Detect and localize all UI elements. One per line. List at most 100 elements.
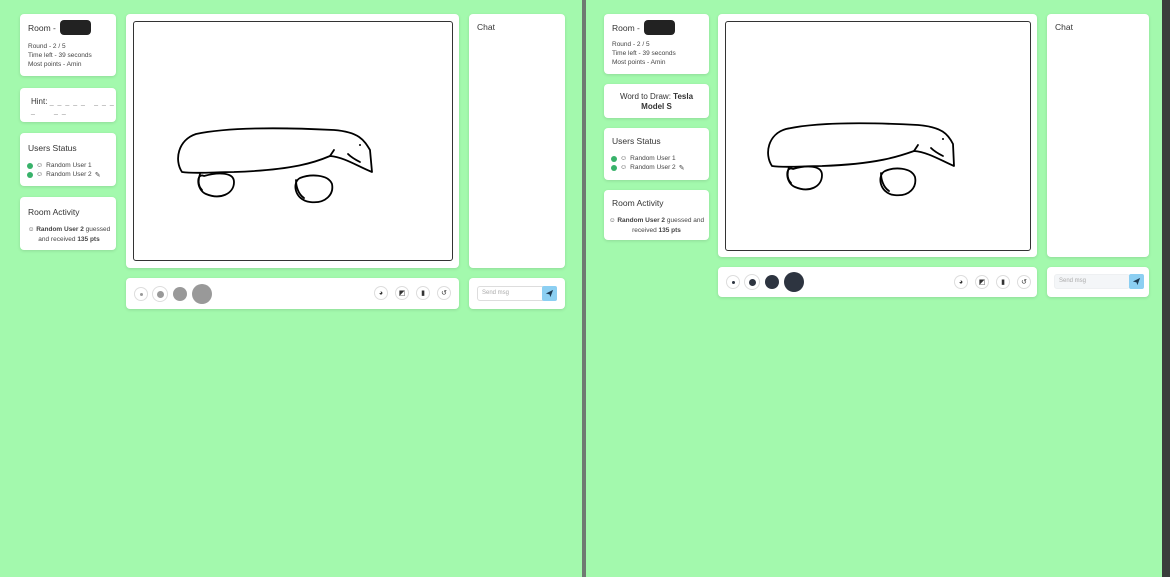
- round-text: Round - 2 / 5: [612, 41, 650, 48]
- toolbar-card: ◕ ◩ ▮ ↺: [126, 278, 459, 309]
- room-code: [643, 20, 675, 35]
- game-stats: Round - 2 / 5 Time left - 39 seconds Mos…: [612, 40, 676, 67]
- chat-title: Chat: [477, 22, 495, 32]
- hint-text: Hint: _ _ _ _ _ _ _ _ _: [31, 97, 116, 115]
- activity-message: ☺ Random User 2 guessed and received 135…: [26, 225, 112, 245]
- brush-size-group: [134, 284, 216, 304]
- user-row: ☺ Random User 2 ✎: [27, 170, 101, 179]
- room-title: Room -: [612, 20, 675, 35]
- canvas-card: [126, 14, 459, 268]
- brush-dot: [731, 280, 735, 284]
- activity-text-1: guessed: [83, 226, 111, 233]
- left-window: Room - Round - 2 / 5 Time left - 39 seco…: [0, 0, 582, 577]
- car-dot: [359, 144, 361, 146]
- avatar-icon: ☺: [36, 162, 44, 169]
- brush-size-xs[interactable]: [726, 275, 740, 289]
- hint-text-line2: _ _: [54, 106, 67, 115]
- brush-dot: [748, 278, 756, 286]
- brush-dot: [156, 290, 164, 298]
- drawing-svg: [177, 127, 373, 204]
- send-button[interactable]: [542, 286, 557, 301]
- brush-dot: [784, 272, 804, 292]
- game-stats: Round - 2 / 5 Time left - 39 seconds Mos…: [28, 42, 92, 69]
- avatar-icon: ☺: [608, 217, 616, 224]
- word-label: Word to Draw:: [619, 92, 674, 101]
- most-points-text: Most points - Amin: [612, 59, 666, 66]
- hint-label: Hint:: [31, 97, 48, 106]
- drawing-canvas[interactable]: [725, 21, 1031, 251]
- eraser-icon: ◩: [398, 290, 406, 297]
- undo-button[interactable]: ↺: [437, 286, 451, 300]
- clear-canvas-button[interactable]: ▮: [416, 286, 430, 300]
- activity-user: Random User 2: [36, 226, 84, 233]
- undo-icon: ↺: [441, 290, 447, 297]
- activity-message: ☺ Random User 2 guessed and received 135…: [608, 216, 705, 236]
- tool-button-group: ◕ ◩ ▮ ↺: [367, 286, 451, 300]
- user-name: Random User 2: [46, 171, 92, 178]
- word-part-1: Tesla: [673, 92, 694, 101]
- activity-text-2: received: [632, 227, 659, 234]
- brush-size-lg[interactable]: [192, 284, 212, 304]
- check-circle-icon: [27, 171, 33, 178]
- brush-dot: [173, 287, 187, 301]
- time-left-text: Time left - 39 seconds: [28, 52, 92, 59]
- right-window: Room - Round - 2 / 5 Time left - 39 seco…: [586, 0, 1162, 577]
- time-left-text: Time left - 39 seconds: [612, 50, 676, 57]
- hint-card: Hint: _ _ _ _ _ _ _ _ _ _ _: [20, 88, 116, 122]
- chat-input-card: Send msg: [1047, 267, 1149, 297]
- room-code: [59, 20, 91, 35]
- palette-icon: ◕: [958, 278, 964, 286]
- check-circle-icon: [611, 155, 617, 162]
- check-circle-icon: [611, 164, 617, 171]
- toolbar-card: ◕ ◩ ▮ ↺: [718, 267, 1037, 297]
- hint-blanks-1: _ _ _ _ _: [49, 99, 86, 106]
- pencil-icon: ✎: [678, 164, 685, 172]
- brush-dot: [192, 284, 212, 304]
- room-label: Room -: [612, 22, 640, 33]
- eraser-button[interactable]: ◩: [975, 275, 989, 289]
- brush-size-group: [726, 272, 808, 292]
- chat-title: Chat: [1055, 22, 1073, 32]
- rear-wheel-stroke: [294, 174, 334, 204]
- users-list: ☺ Random User 1 ☺ Random User 2 ✎: [27, 161, 101, 179]
- word-to-draw-card: Word to Draw: Tesla Model S: [604, 84, 709, 118]
- avatar-icon: ☺: [36, 171, 44, 178]
- brush-size-md[interactable]: [764, 274, 780, 290]
- send-button[interactable]: [1129, 274, 1144, 289]
- car-body-stroke: [767, 122, 955, 168]
- user-row: ☺ Random User 1: [27, 161, 101, 170]
- users-status-card: Users Status ☺ Random User 1 ☺ Random Us…: [20, 133, 116, 186]
- brush-size-sm[interactable]: [744, 274, 760, 290]
- undo-icon: ↺: [1021, 279, 1027, 286]
- chat-message-input[interactable]: Send msg: [477, 286, 545, 301]
- users-list: ☺ Random User 1 ☺ Random User 2 ✎: [611, 154, 685, 172]
- round-text: Round - 2 / 5: [28, 43, 66, 50]
- eraser-button[interactable]: ◩: [395, 286, 409, 300]
- clear-canvas-button[interactable]: ▮: [996, 275, 1010, 289]
- room-title: Room -: [28, 20, 91, 35]
- canvas-card: [718, 14, 1037, 257]
- undo-button[interactable]: ↺: [1017, 275, 1031, 289]
- chat-message-input[interactable]: Send msg: [1054, 274, 1130, 289]
- room-activity-card: Room Activity ☺ Random User 2 guessed an…: [604, 190, 709, 240]
- body-detail-stroke: [786, 166, 890, 192]
- drawing-svg: [767, 122, 955, 197]
- avatar-icon: ☺: [620, 164, 628, 171]
- eraser-icon: ◩: [978, 279, 986, 286]
- palette-button[interactable]: ◕: [954, 275, 968, 289]
- user-row: ☺ Random User 1: [611, 154, 685, 163]
- trash-icon: ▮: [1001, 279, 1005, 286]
- chat-card: Chat: [469, 14, 565, 268]
- brush-size-xs[interactable]: [134, 287, 148, 301]
- room-info-card: Room - Round - 2 / 5 Time left - 39 seco…: [604, 14, 709, 74]
- palette-button[interactable]: ◕: [374, 286, 388, 300]
- users-status-card: Users Status ☺ Random User 1 ☺ Random Us…: [604, 128, 709, 180]
- user-name: Random User 2: [630, 164, 676, 171]
- activity-text-2: and received: [38, 236, 78, 243]
- brush-size-sm[interactable]: [152, 286, 168, 302]
- tool-button-group: ◕ ◩ ▮ ↺: [947, 275, 1031, 289]
- room-activity-title: Room Activity: [28, 207, 80, 217]
- drawing-canvas[interactable]: [133, 21, 453, 261]
- brush-size-lg[interactable]: [784, 272, 804, 292]
- brush-size-md[interactable]: [172, 286, 188, 302]
